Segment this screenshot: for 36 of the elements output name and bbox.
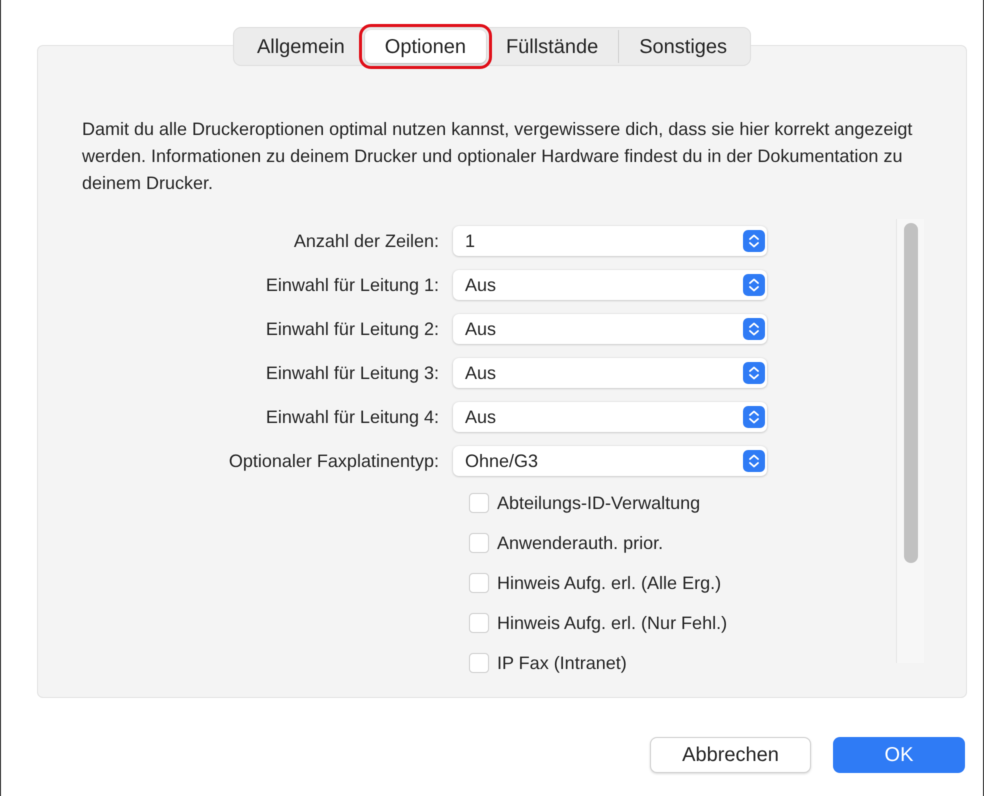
checkbox-label: IP Fax (Intranet) <box>497 652 627 675</box>
checkbox[interactable] <box>469 613 489 633</box>
stepper-icon <box>743 230 765 252</box>
stepper-icon <box>743 362 765 384</box>
checkbox[interactable] <box>469 573 489 593</box>
popup-menu[interactable]: Aus <box>453 402 767 432</box>
field-label: Anzahl der Zeilen: <box>292 230 440 252</box>
checkbox-label: Hinweis Aufg. erl. (Alle Erg.) <box>497 572 722 595</box>
popup-menu[interactable]: Aus <box>453 358 767 388</box>
popup-menu[interactable]: 1 <box>453 226 767 256</box>
field-label: Optionaler Faxplatinentyp: <box>228 450 440 473</box>
popup-menu[interactable]: Ohne/G3 <box>453 446 767 476</box>
stepper-icon <box>743 274 765 296</box>
popup-menu[interactable]: Aus <box>453 270 767 300</box>
checkbox-label: Anwenderauth. prior. <box>497 532 664 555</box>
checkbox-label: Hinweis Aufg. erl. (Nur Fehl.) <box>497 612 728 635</box>
stepper-icon <box>743 318 765 340</box>
scrollbar-thumb[interactable] <box>904 223 918 563</box>
checkbox[interactable] <box>469 493 489 513</box>
tab[interactable]: Allgemein <box>236 30 365 63</box>
field-label: Einwahl für Leitung 2: <box>264 318 440 341</box>
tab[interactable]: Füllstände <box>486 30 618 63</box>
checkbox[interactable] <box>469 533 489 553</box>
cancel-button[interactable]: Abbrechen <box>650 737 811 773</box>
ok-button[interactable]: OK <box>833 737 965 773</box>
description-text: Damit du alle Druckeroptionen optimal nutzen kannst, vergewissere dich, dass sie hier korrekt angezeigt werden. Informationen zu deinem Drucker und optionaler Hardware findest du in der Dokumentation zu deinem Drucker. <box>82 118 914 195</box>
stepper-icon <box>743 406 765 428</box>
field-label: Einwahl für Leitung 1: <box>264 274 440 297</box>
checkbox-label: Abteilungs-ID-Verwaltung <box>497 492 700 515</box>
tab[interactable]: Optionen <box>364 30 486 63</box>
field-label: Einwahl für Leitung 4: <box>264 406 440 429</box>
checkbox[interactable] <box>469 653 489 673</box>
stepper-icon <box>743 450 765 472</box>
field-label: Einwahl für Leitung 3: <box>264 362 440 385</box>
tab[interactable]: Sonstiges <box>618 30 748 63</box>
popup-menu[interactable]: Aus <box>453 314 767 344</box>
